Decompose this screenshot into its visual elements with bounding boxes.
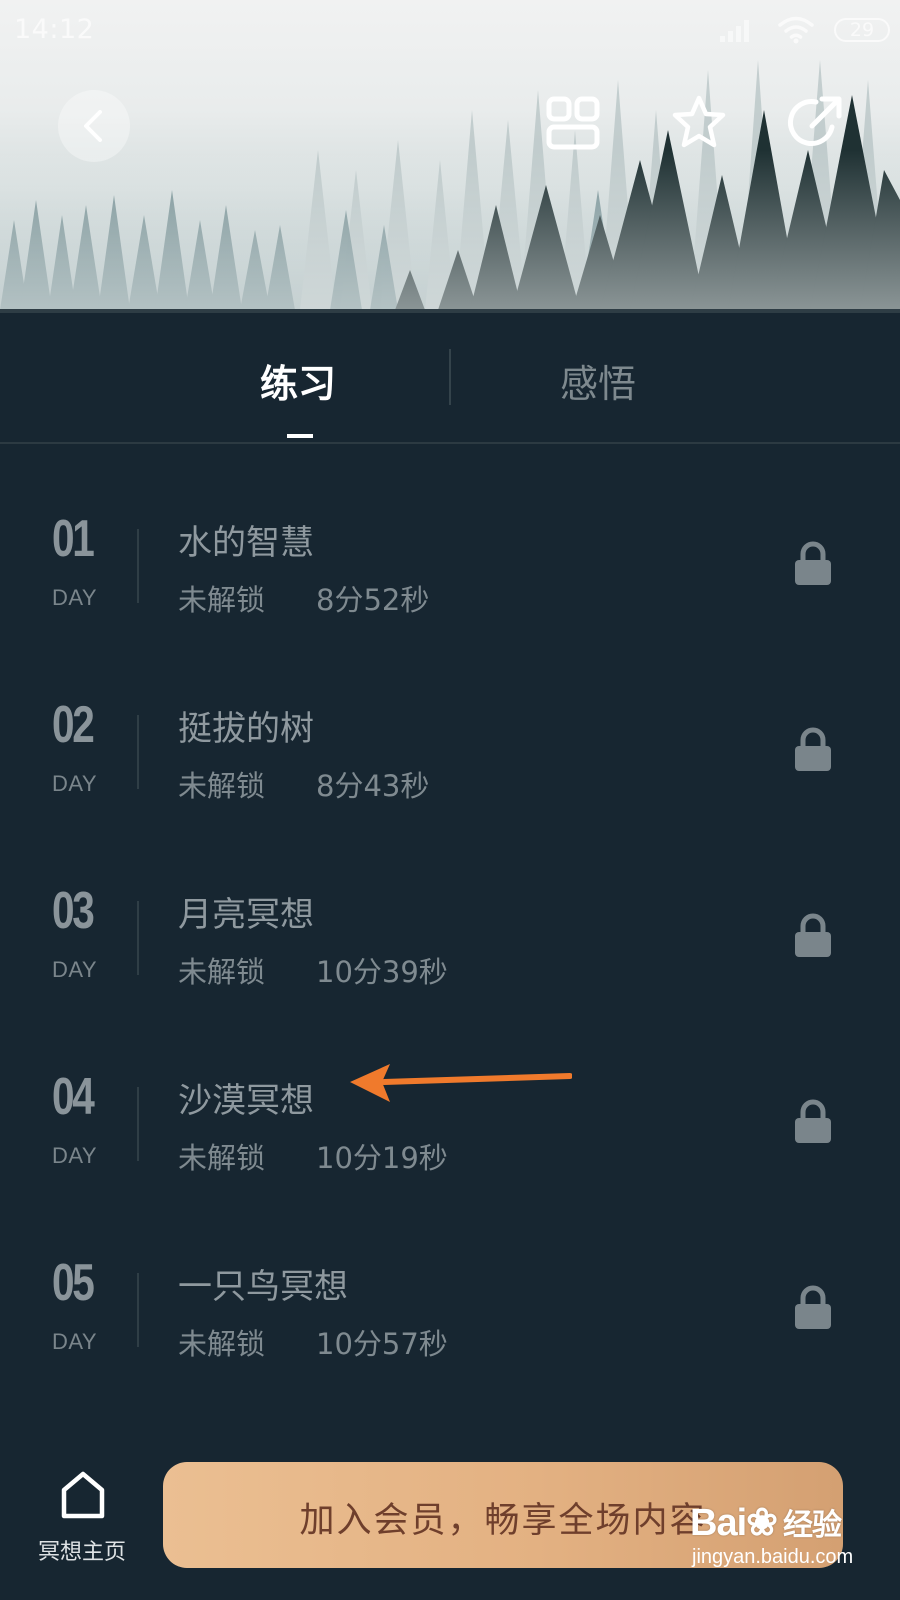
share-icon [787,96,842,146]
day-label: DAY [52,1329,98,1354]
lock-icon [795,913,831,957]
status-bar: 14:12 29 [0,0,900,62]
list-item[interactable]: 03 DAY 月亮冥想 未解锁 10分39秒 [0,815,900,1001]
back-button[interactable] [58,90,130,162]
day-label: DAY [52,1143,98,1168]
watermark-brand-suffix: 经验 [782,1509,842,1542]
battery-icon: 29 [834,18,890,42]
watermark-brand: Bai❀ 经验 [690,1500,842,1545]
paw-icon: ❀ [746,1502,778,1544]
lesson-title: 水的智慧 [178,523,314,563]
lock-icon [795,727,831,771]
lesson-title: 沙漠冥想 [178,1081,314,1121]
tab-bar: 练习 感悟 [0,313,900,444]
annotation-arrow-icon [350,1064,572,1102]
home-icon [61,1471,105,1519]
lock-icon [795,541,831,585]
signal-icon [720,20,749,42]
list-item[interactable]: 01 DAY 水的智慧 未解锁 8分52秒 [0,443,900,629]
day-number: 03 [52,882,95,940]
lock-icon [795,1285,831,1329]
day-divider [137,1273,139,1347]
favorite-button[interactable] [670,94,730,154]
list-item[interactable]: 02 DAY 挺拔的树 未解锁 8分43秒 [0,629,900,815]
lesson-status: 未解锁 [178,1141,266,1175]
lesson-title: 一只鸟冥想 [178,1267,348,1307]
lesson-duration: 10分19秒 [316,1141,448,1175]
home-tab[interactable]: 冥想主页 [30,1470,140,1570]
star-icon [672,95,726,148]
watermark-url: jingyan.baidu.com [692,1546,854,1568]
wifi-icon [778,16,814,44]
day-divider [137,529,139,603]
day-divider [137,1087,139,1161]
tab-divider [449,349,451,405]
lesson-duration: 10分57秒 [316,1327,448,1361]
day-label: DAY [52,771,98,796]
lesson-title: 月亮冥想 [178,895,314,935]
lesson-status: 未解锁 [178,1327,266,1361]
watermark-brand-prefix: Bai [690,1502,747,1544]
day-number: 05 [52,1254,95,1312]
home-label: 冥想主页 [37,1540,126,1565]
lesson-duration: 10分39秒 [316,955,448,989]
lesson-status: 未解锁 [178,955,266,989]
grid-icon [546,96,600,150]
share-button[interactable] [786,94,846,154]
lock-icon [795,1099,831,1143]
lesson-duration: 8分43秒 [316,769,430,803]
list-item[interactable]: 05 DAY 一只鸟冥想 未解锁 10分57秒 [0,1187,900,1373]
tab-practice[interactable]: 练习 [260,353,336,408]
tab-insight[interactable]: 感悟 [560,353,636,408]
lesson-status: 未解锁 [178,583,266,617]
lesson-duration: 8分52秒 [316,583,430,617]
day-number: 01 [52,510,95,568]
status-time: 14:12 [14,14,95,45]
day-number: 04 [52,1068,95,1126]
day-divider [137,715,139,789]
day-label: DAY [52,585,98,610]
status-icons: 29 [710,14,890,46]
day-number: 02 [52,696,95,754]
grid-button[interactable] [546,96,602,156]
lesson-status: 未解锁 [178,769,266,803]
active-tab-indicator [287,434,313,438]
day-label: DAY [52,957,98,982]
lesson-title: 挺拔的树 [178,709,314,749]
baidu-watermark: Bai❀ 经验 jingyan.baidu.com [690,1500,880,1580]
back-icon [84,110,102,142]
day-divider [137,901,139,975]
